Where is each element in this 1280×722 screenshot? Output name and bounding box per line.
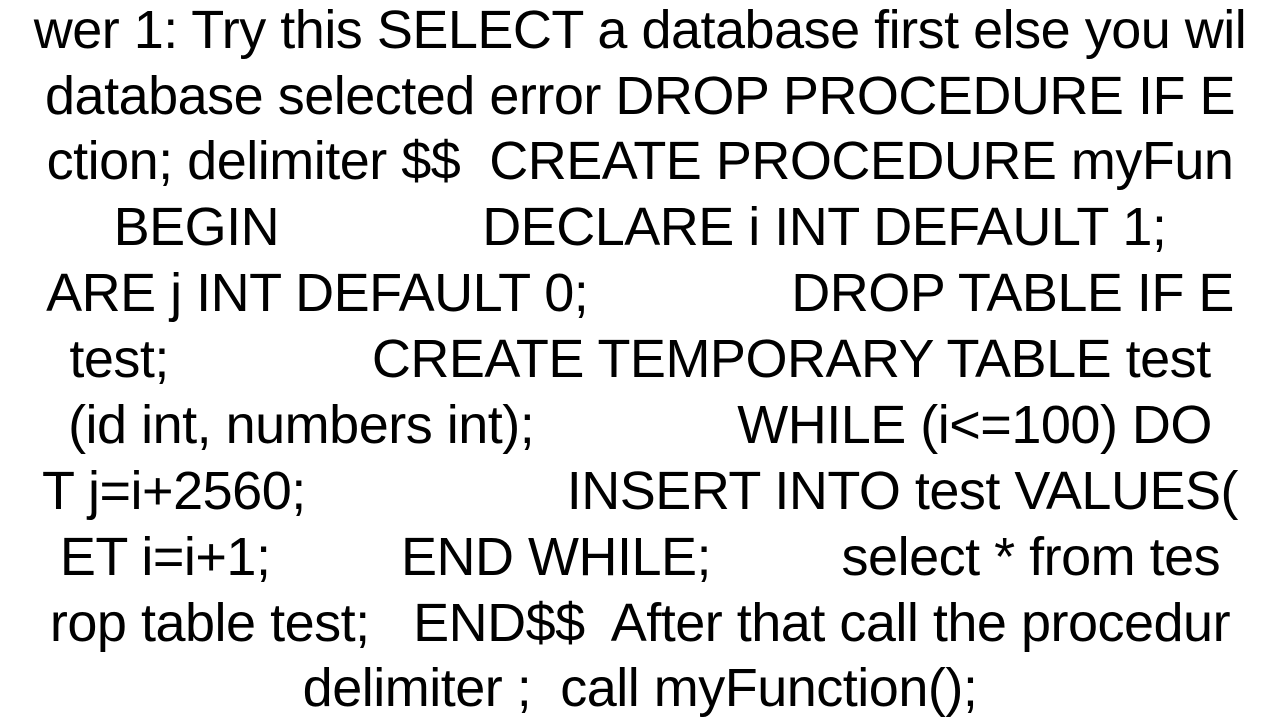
- code-text-block: wer 1: Try this SELECT a database first …: [0, 0, 1280, 722]
